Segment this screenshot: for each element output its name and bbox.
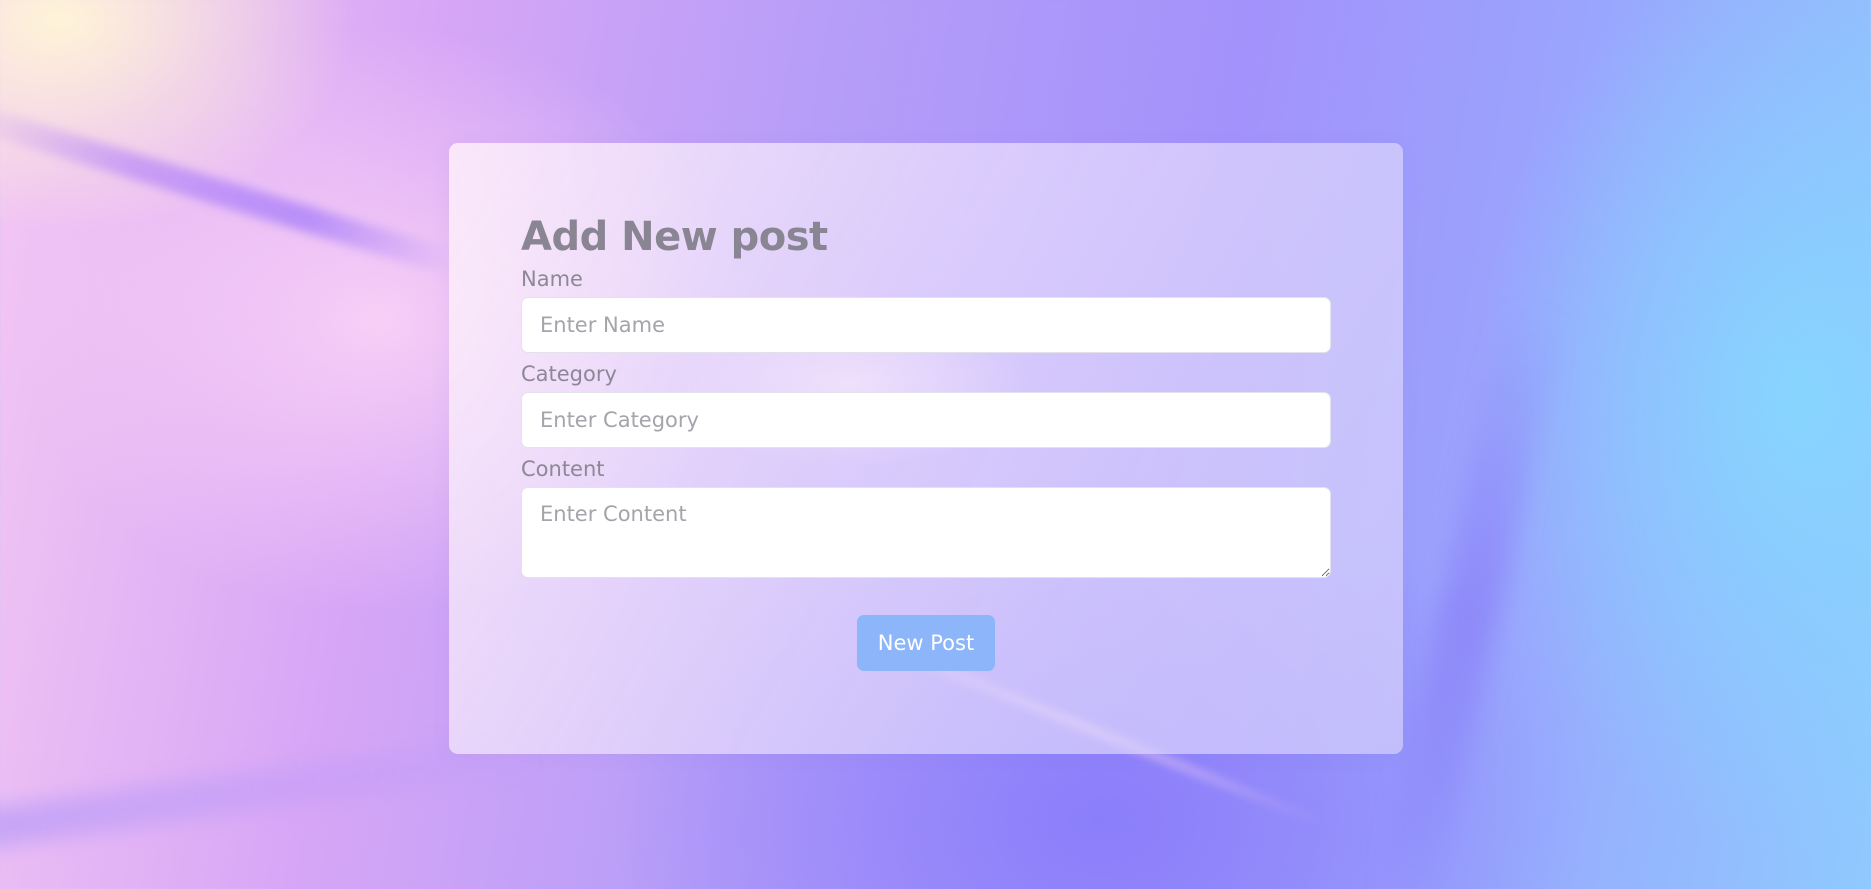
button-row: New Post (521, 615, 1331, 671)
content-label: Content (521, 457, 605, 481)
form-title: Add New post (521, 214, 828, 260)
add-post-form: Name Category Content New Post (521, 265, 1331, 671)
category-input[interactable] (521, 392, 1331, 448)
content-textarea[interactable] (521, 487, 1331, 578)
add-post-card: Add New post Name Category Content New P… (449, 143, 1403, 754)
category-label: Category (521, 362, 617, 386)
new-post-button[interactable]: New Post (857, 615, 995, 671)
name-label: Name (521, 267, 583, 291)
name-input[interactable] (521, 297, 1331, 353)
page-background: { "form": { "title": "Add New post", "na… (0, 0, 1871, 889)
background-streak (1376, 300, 1564, 889)
background-streak (0, 100, 462, 278)
